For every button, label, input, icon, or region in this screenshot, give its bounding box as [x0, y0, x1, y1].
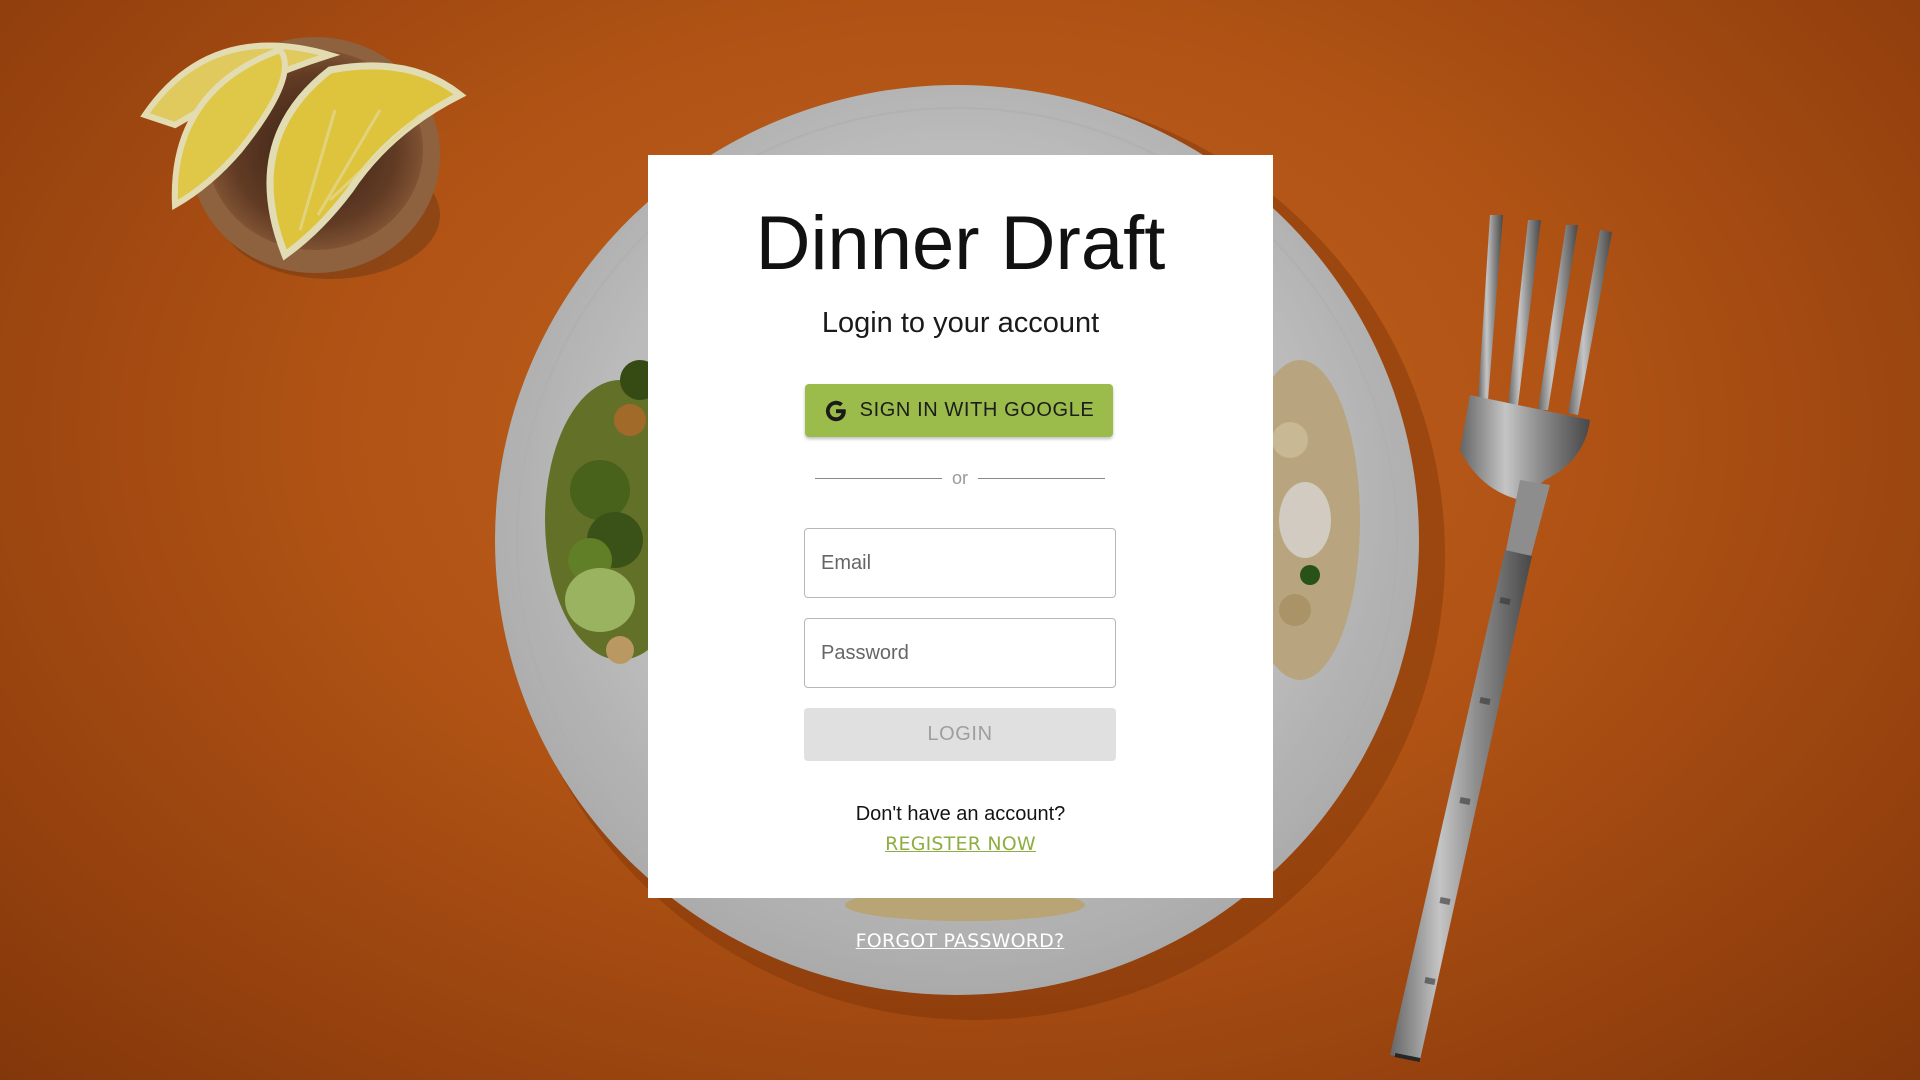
app-title: Dinner Draft: [755, 201, 1166, 286]
no-account-text: Don't have an account?: [855, 803, 1066, 825]
sign-in-with-google-button[interactable]: SIGN IN WITH GOOGLE: [805, 384, 1113, 437]
login-subtitle: Login to your account: [821, 307, 1100, 339]
register-now-link[interactable]: REGISTER NOW: [648, 833, 1273, 855]
divider-text: or: [952, 467, 969, 488]
login-button[interactable]: LOGIN: [804, 708, 1116, 761]
forgot-password-link[interactable]: FORGOT PASSWORD?: [760, 930, 1160, 952]
password-field[interactable]: [804, 618, 1116, 688]
divider-line-left: [815, 477, 942, 479]
divider-line-right: [978, 477, 1106, 479]
email-field[interactable]: [804, 528, 1116, 598]
google-g-icon: [825, 400, 846, 421]
google-button-label: SIGN IN WITH GOOGLE: [859, 399, 1095, 421]
login-page: Dinner Draft Login to your account SIGN …: [0, 0, 1920, 1080]
login-card: Dinner Draft Login to your account SIGN …: [648, 155, 1273, 898]
or-divider: or: [815, 467, 1106, 489]
